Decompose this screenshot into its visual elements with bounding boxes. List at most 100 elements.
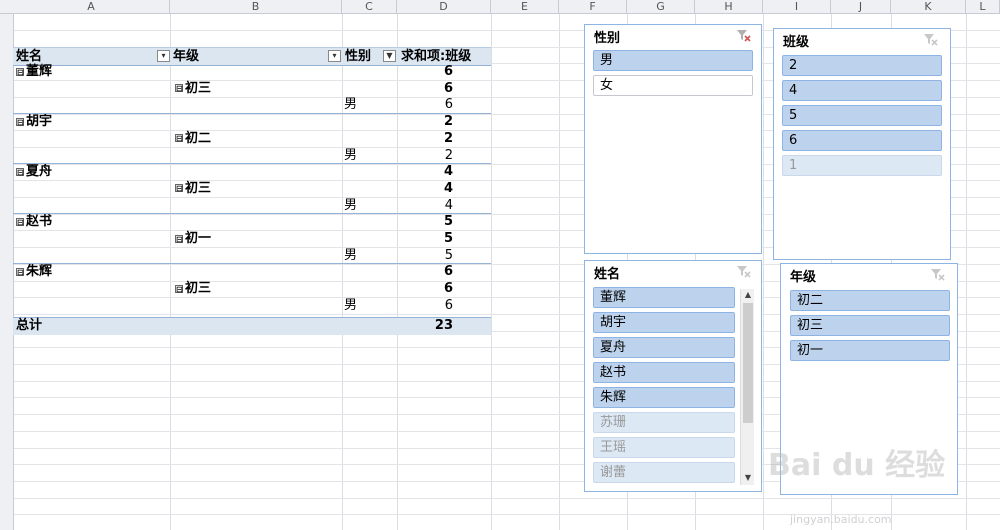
collapse-icon[interactable]: ⊟ <box>16 167 24 176</box>
column-header-k[interactable]: K <box>891 0 966 13</box>
scroll-up-arrow-icon[interactable]: ▲ <box>741 289 755 301</box>
collapse-icon[interactable]: ⊟ <box>16 267 24 276</box>
clear-filter-icon-disabled[interactable] <box>735 264 751 278</box>
pivot-grade-cell[interactable]: ⊟ 初三 <box>175 81 211 97</box>
column-header-l[interactable]: L <box>966 0 1000 13</box>
scroll-thumb[interactable] <box>743 303 753 423</box>
row-header[interactable] <box>0 248 13 264</box>
grade-slicer-item[interactable]: 初一 <box>790 340 950 361</box>
name-slicer[interactable]: 姓名 董辉 胡宇 夏舟 赵书 朱辉 苏珊 王瑶 谢蕾 ▲ ▼ <box>584 260 762 492</box>
row-header[interactable] <box>0 131 13 147</box>
row-header[interactable] <box>0 164 13 180</box>
row-header[interactable] <box>0 81 13 97</box>
row-header[interactable] <box>0 482 13 498</box>
gender-slicer[interactable]: 性别 男女 <box>584 24 762 254</box>
grade-filter-dropdown[interactable]: ▾ <box>328 50 341 62</box>
collapse-icon[interactable]: ⊟ <box>175 234 183 243</box>
column-header-h[interactable]: H <box>695 0 763 13</box>
gender-slicer-item[interactable]: 女 <box>593 75 753 96</box>
row-header[interactable] <box>0 498 13 514</box>
clear-filter-icon-disabled[interactable] <box>929 267 945 281</box>
column-header-i[interactable]: I <box>763 0 831 13</box>
row-header[interactable] <box>0 148 13 164</box>
row-header[interactable] <box>0 432 13 448</box>
collapse-icon[interactable]: ⊟ <box>16 67 24 76</box>
row-header[interactable] <box>0 315 13 331</box>
column-header-g[interactable]: G <box>627 0 695 13</box>
row-header[interactable] <box>0 14 13 30</box>
collapse-icon[interactable]: ⊟ <box>175 284 183 293</box>
scroll-down-arrow-icon[interactable]: ▼ <box>741 472 755 484</box>
row-header[interactable] <box>0 298 13 314</box>
grade-slicer-item[interactable]: 初三 <box>790 315 950 336</box>
name-slicer-item[interactable]: 苏珊 <box>593 412 735 433</box>
collapse-icon[interactable]: ⊟ <box>16 217 24 226</box>
row-header[interactable] <box>0 98 13 114</box>
class-slicer-item[interactable]: 1 <box>782 155 942 176</box>
grade-slicer-item[interactable]: 初二 <box>790 290 950 311</box>
name-slicer-item[interactable]: 夏舟 <box>593 337 735 358</box>
column-header-e[interactable]: E <box>491 0 559 13</box>
pivot-name-cell[interactable]: ⊟ 赵书 <box>16 214 52 230</box>
gender-slicer-title: 性别 <box>594 31 621 46</box>
row-header[interactable] <box>0 47 13 63</box>
pivot-name-cell[interactable]: ⊟ 胡宇 <box>16 114 52 130</box>
clear-filter-icon[interactable] <box>735 28 751 42</box>
name-slicer-item[interactable]: 胡宇 <box>593 312 735 333</box>
row-header[interactable] <box>0 198 13 214</box>
pivot-name-cell[interactable]: ⊟ 朱辉 <box>16 264 52 280</box>
row-header[interactable] <box>0 64 13 80</box>
row-header[interactable] <box>0 415 13 431</box>
name-slicer-item[interactable]: 董辉 <box>593 287 735 308</box>
pivot-grade-cell[interactable]: ⊟ 初二 <box>175 131 211 147</box>
gender-slicer-item[interactable]: 男 <box>593 50 753 71</box>
group-separator <box>13 163 491 165</box>
row-header[interactable] <box>0 348 13 364</box>
column-header-f[interactable]: F <box>559 0 627 13</box>
row-header[interactable] <box>0 281 13 297</box>
row-header[interactable] <box>0 365 13 381</box>
row-header[interactable] <box>0 381 13 397</box>
column-header-j[interactable]: J <box>831 0 891 13</box>
name-slicer-item[interactable]: 谢蕾 <box>593 462 735 483</box>
name-slicer-item[interactable]: 赵书 <box>593 362 735 383</box>
column-header-a[interactable]: A <box>13 0 170 13</box>
column-header-c[interactable]: C <box>342 0 397 13</box>
row-header[interactable] <box>0 465 13 481</box>
pivot-name-label: 朱辉 <box>26 264 53 280</box>
class-slicer-item[interactable]: 5 <box>782 105 942 126</box>
pivot-grade-cell[interactable]: ⊟ 初三 <box>175 281 211 297</box>
name-slicer-item[interactable]: 朱辉 <box>593 387 735 408</box>
class-slicer-item[interactable]: 6 <box>782 130 942 151</box>
row-header[interactable] <box>0 398 13 414</box>
pivot-name-cell[interactable]: ⊟ 夏舟 <box>16 164 52 180</box>
gender-filter-active-icon[interactable]: ▼ <box>383 50 396 62</box>
row-header[interactable] <box>0 114 13 130</box>
column-header-b[interactable]: B <box>170 0 342 13</box>
collapse-icon[interactable]: ⊟ <box>16 117 24 126</box>
pivot-grade-cell[interactable]: ⊟ 初一 <box>175 231 211 247</box>
collapse-icon[interactable]: ⊟ <box>175 84 183 93</box>
name-slicer-scrollbar[interactable]: ▲ ▼ <box>740 289 754 485</box>
class-slicer-item[interactable]: 2 <box>782 55 942 76</box>
row-header[interactable] <box>0 331 13 347</box>
pivot-grade-cell[interactable]: ⊟ 初三 <box>175 181 211 197</box>
row-header[interactable] <box>0 31 13 47</box>
name-slicer-item[interactable]: 王瑶 <box>593 437 735 458</box>
row-header[interactable] <box>0 265 13 281</box>
class-slicer-item[interactable]: 4 <box>782 80 942 101</box>
pivot-header-name: 姓名 <box>16 49 43 64</box>
row-header[interactable] <box>0 515 13 530</box>
row-header[interactable] <box>0 181 13 197</box>
row-header[interactable] <box>0 231 13 247</box>
class-slicer[interactable]: 班级 2 4 5 6 1 <box>773 28 951 260</box>
collapse-icon[interactable]: ⊟ <box>175 134 183 143</box>
name-filter-dropdown[interactable]: ▾ <box>157 50 170 62</box>
row-header[interactable] <box>0 214 13 230</box>
clear-filter-icon-disabled[interactable] <box>922 32 938 46</box>
collapse-icon[interactable]: ⊟ <box>175 184 183 193</box>
pivot-name-cell[interactable]: ⊟ 董辉 <box>16 64 52 80</box>
pivot-name-subtotal: 5 <box>443 214 453 230</box>
row-header[interactable] <box>0 448 13 464</box>
column-header-d[interactable]: D <box>397 0 491 13</box>
